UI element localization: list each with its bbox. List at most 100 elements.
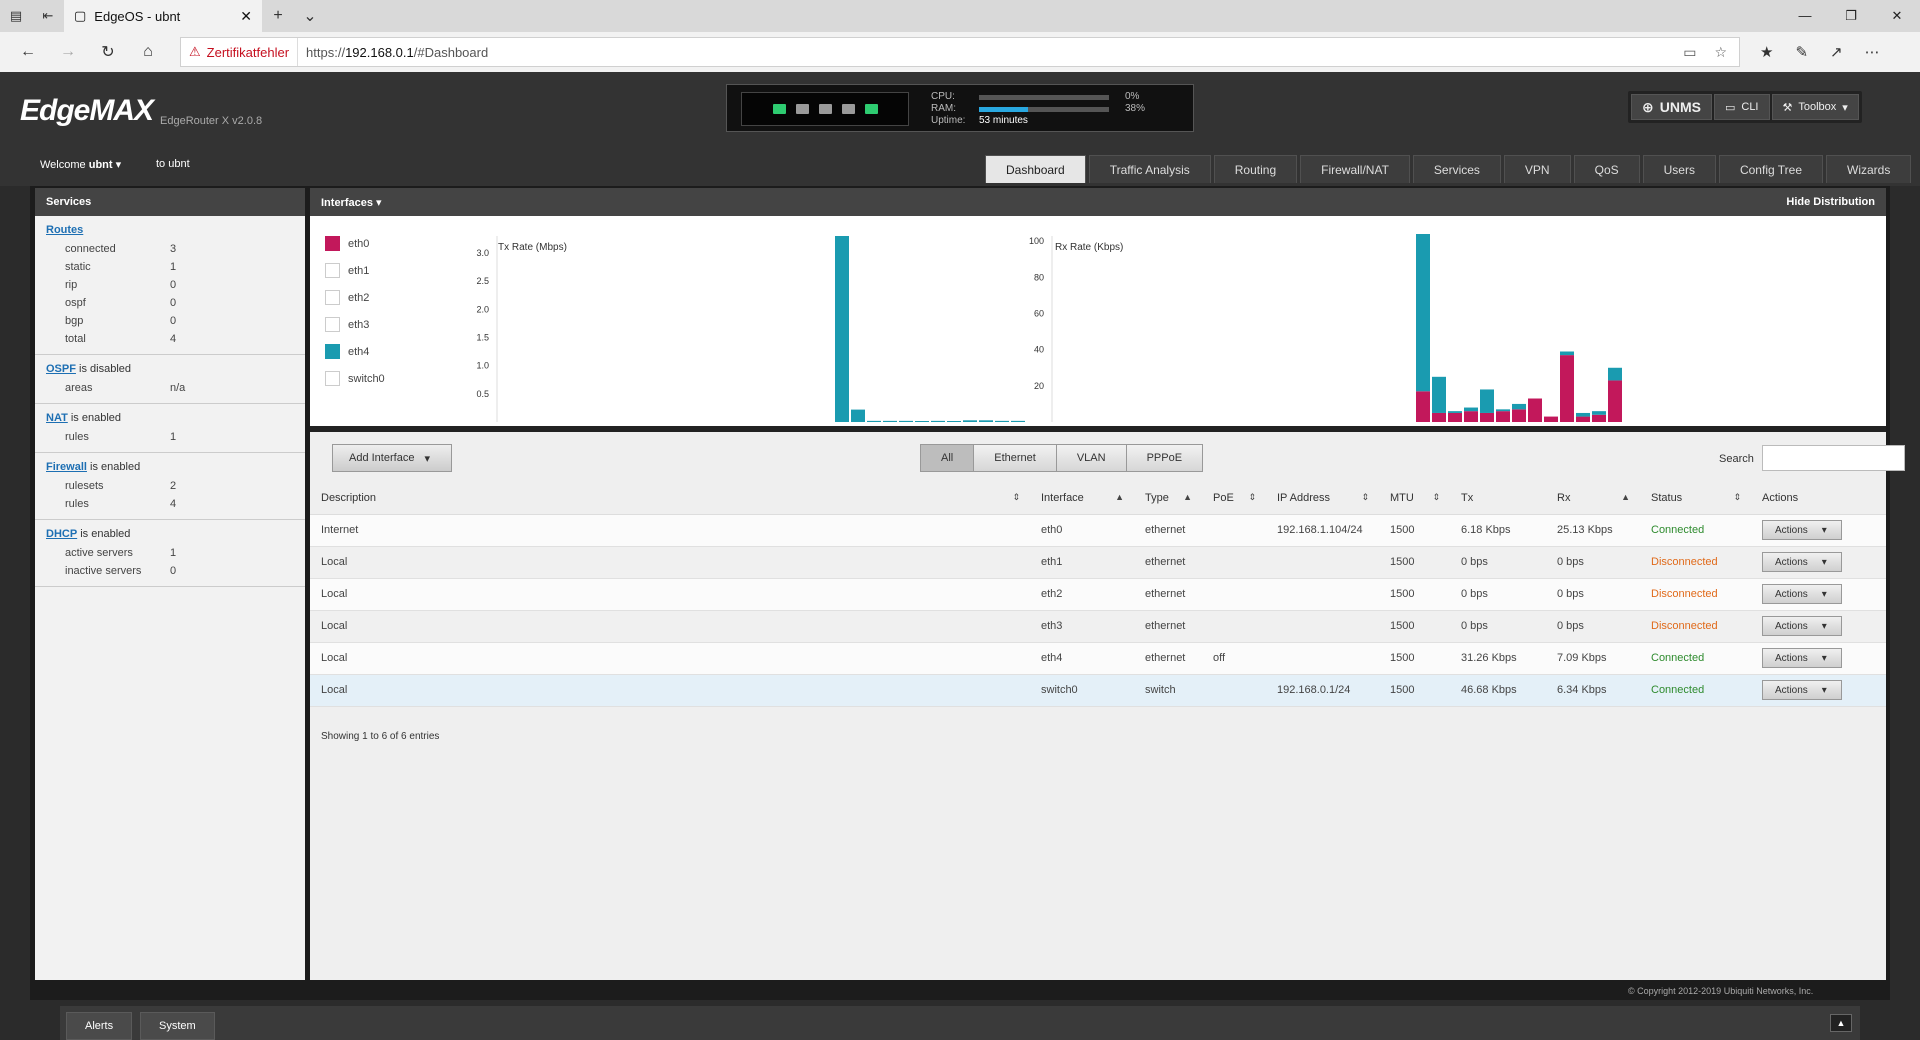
actions-button[interactable]: Actions ▾ xyxy=(1762,648,1842,668)
table-row[interactable]: Internet eth0 ethernet 192.168.1.104/24 1500… xyxy=(310,514,1886,547)
tab-back-icon[interactable]: ⇤ xyxy=(32,0,64,32)
table-row[interactable]: Local eth2 ethernet 1500 0 bps 0 bps Disconnec… xyxy=(310,578,1886,611)
filter-ethernet[interactable]: Ethernet xyxy=(974,445,1057,471)
unms-button[interactable]: ⊕ UNMS xyxy=(1631,94,1712,120)
column-header-description[interactable]: Description ⇕ xyxy=(310,482,1030,515)
interfaces-dropdown[interactable]: Interfaces ▾ xyxy=(321,196,382,209)
column-header-type[interactable]: Type ▲ xyxy=(1134,482,1202,515)
chart-0-bar-eth4 xyxy=(963,420,977,422)
refresh-icon[interactable]: ↻ xyxy=(88,42,128,62)
hide-distribution-link[interactable]: Hide Distribution xyxy=(1786,196,1875,208)
column-header-interface[interactable]: Interface ▲ xyxy=(1030,482,1134,515)
tab-firewall-nat[interactable]: Firewall/NAT xyxy=(1300,155,1410,183)
favorites-icon[interactable]: ★ xyxy=(1760,43,1773,61)
search-input[interactable] xyxy=(1762,445,1905,471)
sort-icon[interactable]: ▲ xyxy=(1621,492,1630,502)
tab-config-tree[interactable]: Config Tree xyxy=(1718,155,1824,183)
more-icon[interactable]: ⋯ xyxy=(1865,43,1880,61)
ram-label: RAM: xyxy=(931,103,956,114)
browser-tab[interactable]: ▢ EdgeOS - ubnt ✕ xyxy=(64,0,262,32)
system-tab[interactable]: System xyxy=(140,1012,215,1040)
url-text[interactable]: https://192.168.0.1/#Dashboard xyxy=(298,45,496,60)
tab-routing[interactable]: Routing xyxy=(1213,155,1298,183)
reading-view-icon[interactable]: ▭ xyxy=(1683,44,1696,61)
tab-qos[interactable]: QoS xyxy=(1573,155,1640,183)
column-header-status[interactable]: Status ⇕ xyxy=(1640,482,1751,515)
sort-icon[interactable]: ▲ xyxy=(1183,492,1192,502)
chart-0-bar-eth4 xyxy=(899,420,913,422)
sort-icon[interactable]: ⇕ xyxy=(1248,492,1256,503)
forward-icon[interactable]: → xyxy=(48,43,88,61)
sort-icon[interactable]: ⇕ xyxy=(1361,492,1369,503)
cli-button[interactable]: ▭ CLI xyxy=(1713,94,1770,120)
actions-button[interactable]: Actions ▾ xyxy=(1762,552,1842,572)
window-close-icon[interactable]: ✕ xyxy=(1874,8,1920,24)
cell-ip: 192.168.0.1/24 xyxy=(1266,674,1379,707)
bottom-bar: Alerts System ▲ xyxy=(60,1006,1860,1040)
close-tab-icon[interactable]: ✕ xyxy=(240,8,252,25)
table-row[interactable]: Local switch0 switch 192.168.0.1/24 1500 46.6… xyxy=(310,674,1886,707)
table-row[interactable]: Local eth3 ethernet 1500 0 bps 0 bps Disconnec… xyxy=(310,610,1886,643)
column-header-mtu[interactable]: MTU ⇕ xyxy=(1379,482,1450,515)
url-field[interactable]: ⚠ Zertifikatfehler https://192.168.0.1/#… xyxy=(180,37,1740,67)
port-status xyxy=(741,92,909,126)
actions-button[interactable]: Actions ▾ xyxy=(1762,680,1842,700)
sort-icon[interactable]: ▲ xyxy=(1115,492,1124,502)
back-icon[interactable]: ← xyxy=(8,43,48,61)
routes-link[interactable]: Routes xyxy=(46,224,83,236)
actions-button[interactable]: Actions ▾ xyxy=(1762,584,1842,604)
tab-services[interactable]: Services xyxy=(1412,155,1501,183)
cell-status: Disconnected xyxy=(1640,610,1751,643)
sort-icon[interactable]: ⇕ xyxy=(1733,492,1741,503)
sort-icon[interactable]: ⇕ xyxy=(1012,492,1020,503)
tab-traffic-analysis[interactable]: Traffic Analysis xyxy=(1088,155,1211,183)
filter-all[interactable]: All xyxy=(921,445,975,471)
chart-1-bar-eth0 xyxy=(1480,412,1494,422)
cell-ip xyxy=(1266,546,1379,579)
actions-button[interactable]: Actions ▾ xyxy=(1762,616,1842,636)
certificate-warning[interactable]: ⚠ Zertifikatfehler xyxy=(181,38,299,66)
tab-vpn[interactable]: VPN xyxy=(1503,155,1571,183)
column-header-ip-address[interactable]: IP Address ⇕ xyxy=(1266,482,1379,515)
toolbox-button[interactable]: ⚒ Toolbox ▾ xyxy=(1771,94,1859,120)
tab-sets-icon[interactable]: ▤ xyxy=(0,0,32,32)
cell-rx: 6.34 Kbps xyxy=(1546,674,1640,707)
expand-panel-icon[interactable]: ▲ xyxy=(1830,1014,1852,1032)
column-header-rx[interactable]: Rx ▲ xyxy=(1546,482,1640,515)
cell-actions: Actions ▾ xyxy=(1751,674,1886,707)
filter-vlan[interactable]: VLAN xyxy=(1056,445,1127,471)
tab-users[interactable]: Users xyxy=(1642,155,1716,183)
add-interface-button[interactable]: Add Interface ▾ xyxy=(332,444,452,472)
restore-icon[interactable]: ❐ xyxy=(1828,8,1874,24)
column-header-tx[interactable]: Tx xyxy=(1450,482,1546,515)
cpu-bar xyxy=(979,94,1109,100)
pen-icon[interactable]: ✎ xyxy=(1795,43,1808,61)
favorite-star-icon[interactable]: ☆ xyxy=(1714,44,1727,61)
column-header-label: IP Address xyxy=(1277,491,1330,504)
firewall-link[interactable]: Firewall xyxy=(46,461,87,473)
nat-link[interactable]: NAT xyxy=(46,412,68,424)
ospf-link[interactable]: OSPF xyxy=(46,363,76,375)
dhcp-link[interactable]: DHCP xyxy=(46,528,77,540)
column-header-poe[interactable]: PoE ⇕ xyxy=(1202,482,1266,515)
alerts-tab[interactable]: Alerts xyxy=(66,1012,133,1040)
sort-icon[interactable]: ⇕ xyxy=(1432,492,1440,503)
tab-wizards[interactable]: Wizards xyxy=(1826,155,1912,183)
user-menu[interactable]: Welcome ubnt ▾ xyxy=(40,158,121,171)
chart-1-bar-eth4 xyxy=(1608,367,1622,381)
column-header-actions[interactable]: Actions xyxy=(1751,482,1886,515)
filter-pppoe[interactable]: PPPoE xyxy=(1126,445,1203,471)
new-tab-icon[interactable]: + xyxy=(262,7,294,25)
actions-button[interactable]: Actions ▾ xyxy=(1762,520,1842,540)
cell-tx: 46.68 Kbps xyxy=(1450,674,1546,707)
minimize-icon[interactable]: — xyxy=(1782,8,1828,24)
share-icon[interactable]: ↗ xyxy=(1830,43,1843,61)
table-row[interactable]: Local eth1 ethernet 1500 0 bps 0 bps Disconnec… xyxy=(310,546,1886,579)
table-row[interactable]: Local eth4 ethernet off 1500 31.26 Kbps 7.09 K… xyxy=(310,642,1886,675)
tab-dashboard[interactable]: Dashboard xyxy=(985,155,1086,183)
home-icon[interactable]: ⌂ xyxy=(128,43,168,61)
tab-list-chevron-icon[interactable]: ⌄ xyxy=(294,6,326,26)
warning-icon: ⚠ xyxy=(189,44,201,59)
chart-1-bar-eth0 xyxy=(1576,416,1590,422)
cell-poe xyxy=(1202,610,1266,643)
